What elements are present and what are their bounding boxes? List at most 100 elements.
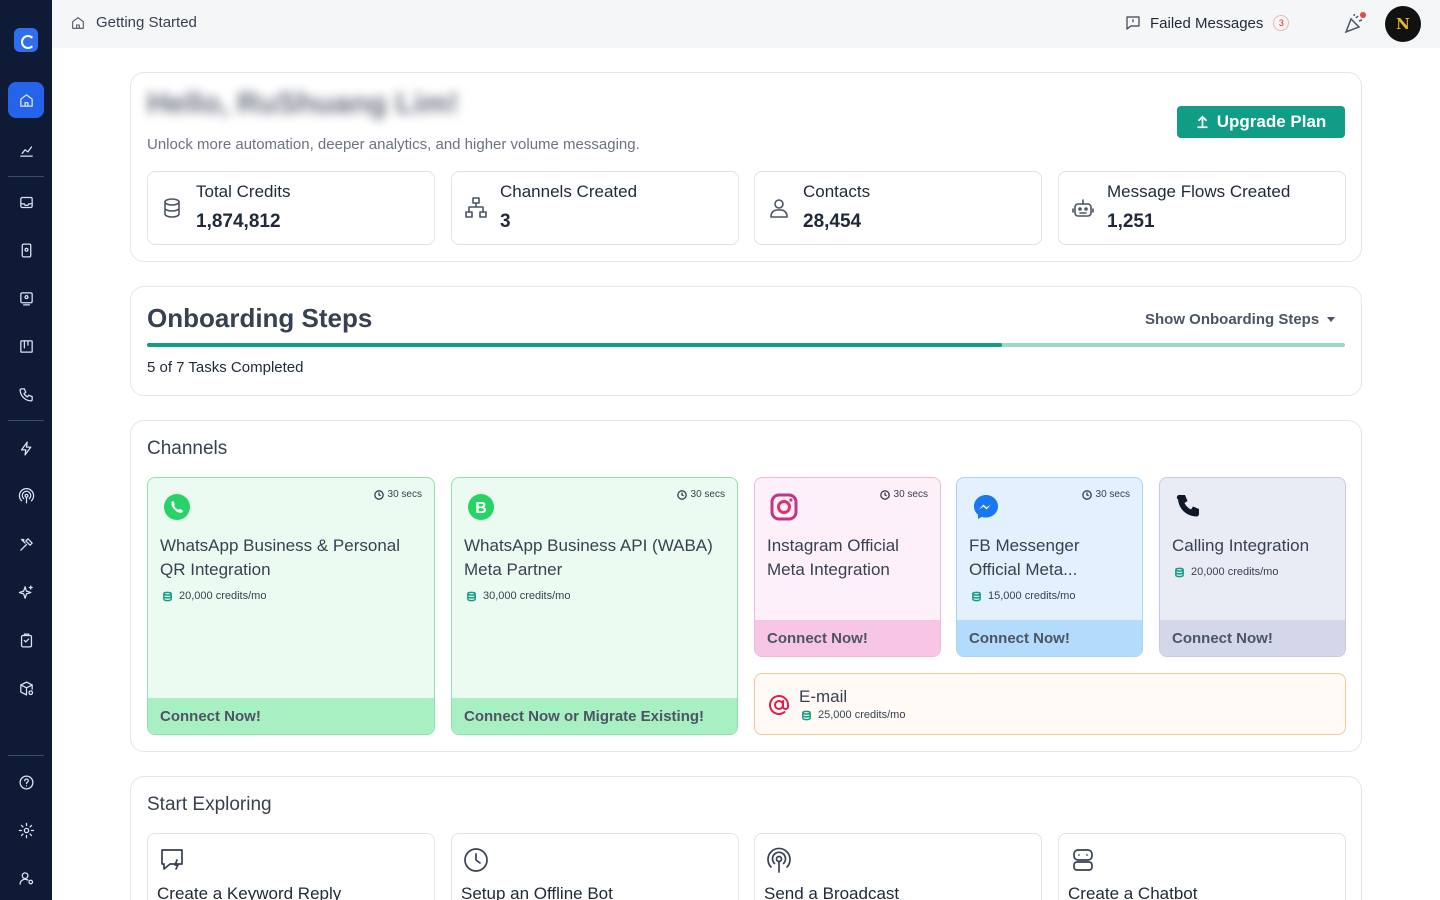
channel-name: FB Messenger Official Meta... <box>969 536 1080 579</box>
explore-title: Start Exploring <box>147 794 272 815</box>
explore-broadcast[interactable]: Send a Broadcast <box>754 833 1042 900</box>
breadcrumb-label: Getting Started <box>96 14 197 31</box>
stat-value: 28,454 <box>803 211 862 232</box>
database-icon <box>163 591 172 601</box>
sidebar-divider <box>8 176 44 177</box>
clock-icon <box>879 489 890 500</box>
kanban-icon <box>19 339 33 353</box>
connect-now-button[interactable]: Connect Now! <box>957 620 1142 656</box>
chatbot-icon <box>1073 849 1093 871</box>
connect-now-button[interactable]: Connect Now! <box>755 620 940 656</box>
explore-keyword-reply[interactable]: Create a Keyword Reply <box>147 833 435 900</box>
sidebar-item-home[interactable] <box>8 82 44 118</box>
stat-message-flows: Message Flows Created 1,251 <box>1058 171 1346 245</box>
channel-card-messenger[interactable]: 30 secs FB Messenger Official Meta... 15… <box>956 477 1143 657</box>
upgrade-subtitle: Unlock more automation, deeper analytics… <box>147 136 640 153</box>
upload-icon <box>1196 115 1208 129</box>
hierarchy-icon <box>465 197 487 218</box>
database-icon <box>972 591 981 601</box>
avatar[interactable]: N <box>1385 6 1421 42</box>
user-icon <box>770 199 788 218</box>
breadcrumb[interactable]: Getting Started <box>70 14 197 31</box>
setup-time: 30 secs <box>373 489 422 500</box>
robot-icon <box>1072 199 1094 217</box>
sidebar-item-store[interactable] <box>8 622 44 658</box>
failed-messages-button[interactable]: Failed Messages 3 <box>1124 14 1290 32</box>
channel-card-instagram[interactable]: 30 secs Instagram Official Meta Integrat… <box>754 477 941 657</box>
sidebar-item-inbox[interactable] <box>8 184 44 220</box>
sidebar-item-automation[interactable] <box>8 430 44 466</box>
explore-offline-bot[interactable]: Setup an Offline Bot <box>451 833 739 900</box>
sidebar-item-integrations[interactable] <box>8 670 44 706</box>
setup-time: 30 secs <box>1081 489 1130 500</box>
sidebar-item-help[interactable] <box>8 764 44 800</box>
whatsapp-icon <box>164 494 190 520</box>
explore-chatbot[interactable]: Create a Chatbot <box>1058 833 1346 900</box>
sidebar-item-board[interactable] <box>8 328 44 364</box>
notification-dot <box>1360 12 1366 18</box>
stat-total-credits: Total Credits 1,874,812 <box>147 171 435 245</box>
sidebar-item-account[interactable] <box>8 860 44 896</box>
sidebar-item-broadcast[interactable] <box>8 478 44 514</box>
upgrade-plan-label: Upgrade Plan <box>1216 112 1327 131</box>
sidebar-item-settings[interactable] <box>8 812 44 848</box>
sidebar-divider <box>8 420 44 421</box>
explore-label: Create a Keyword Reply <box>157 884 342 900</box>
instagram-icon <box>770 493 798 521</box>
channel-credits: 25,000 credits/mo <box>801 709 905 721</box>
channel-card-whatsapp-qr[interactable]: 30 secs WhatsApp Business & Personal QR … <box>147 477 435 735</box>
explore-label: Setup an Offline Bot <box>461 884 613 900</box>
tasks-completed: 5 of 7 Tasks Completed <box>147 359 304 376</box>
channel-card-email[interactable]: E-mail 25,000 credits/mo <box>754 673 1346 735</box>
sidebar-divider <box>8 755 44 756</box>
channel-name: Instagram Official Meta Integration <box>767 536 899 579</box>
whatsapp-business-icon: B <box>468 494 494 520</box>
package-settings-icon <box>19 680 33 696</box>
clipboard-icon <box>20 632 32 648</box>
messenger-icon <box>974 495 998 519</box>
at-sign-icon <box>769 694 789 715</box>
failed-count-badge: 3 <box>1273 15 1290 31</box>
sidebar-item-contacts[interactable] <box>8 232 44 268</box>
phone-icon <box>1176 494 1199 517</box>
connect-or-migrate-button[interactable]: Connect Now or Migrate Existing! <box>452 698 737 734</box>
channel-name: E-mail <box>799 687 848 706</box>
app-logo[interactable] <box>14 28 38 52</box>
message-alert-icon <box>1126 16 1140 30</box>
home-icon <box>72 16 84 29</box>
show-onboarding-steps-toggle[interactable]: Show Onboarding Steps <box>1145 311 1336 328</box>
clock-icon <box>464 848 488 872</box>
channel-name: WhatsApp Business API (WABA) Meta Partne… <box>464 536 713 579</box>
channel-card-calling[interactable]: Calling Integration 20,000 credits/mo Co… <box>1159 477 1346 657</box>
contact-card-icon <box>21 242 31 258</box>
onboarding-title: Onboarding Steps <box>147 303 373 333</box>
sidebar-item-ai[interactable] <box>8 574 44 610</box>
stat-label: Contacts <box>803 182 871 201</box>
sidebar-item-live-chat[interactable] <box>8 280 44 316</box>
clock-icon <box>676 489 687 500</box>
stat-label: Message Flows Created <box>1107 182 1291 201</box>
connect-now-button[interactable]: Connect Now! <box>148 698 434 734</box>
channel-credits: 30,000 credits/mo <box>466 590 570 602</box>
keyword-reply-icon <box>161 849 183 870</box>
channel-credits: 20,000 credits/mo <box>162 590 266 602</box>
channel-credits: 15,000 credits/mo <box>971 590 1075 602</box>
clock-icon <box>1081 489 1092 500</box>
sparkles-icon <box>18 584 33 599</box>
broadcast-icon <box>18 487 34 504</box>
channel-card-whatsapp-api[interactable]: 30 secs B WhatsApp Business API (WABA) M… <box>451 477 738 735</box>
analytics-icon <box>19 145 33 157</box>
stat-label: Channels Created <box>500 182 638 201</box>
sidebar-item-calls[interactable] <box>8 376 44 412</box>
onboarding-card: Onboarding Steps Show Onboarding Steps 5… <box>130 286 1362 396</box>
gear-icon <box>18 822 34 838</box>
upgrade-plan-button[interactable]: Upgrade Plan <box>1177 106 1345 138</box>
topbar: Getting Started Failed Messages 3 N <box>52 0 1440 48</box>
stat-value: 3 <box>500 211 511 232</box>
announcements-button[interactable] <box>1342 12 1366 36</box>
monitor-user-icon <box>19 291 33 306</box>
tools-icon <box>19 537 33 551</box>
connect-now-button[interactable]: Connect Now! <box>1160 620 1345 656</box>
sidebar-item-tools[interactable] <box>8 526 44 562</box>
sidebar-item-analytics[interactable] <box>8 132 44 168</box>
